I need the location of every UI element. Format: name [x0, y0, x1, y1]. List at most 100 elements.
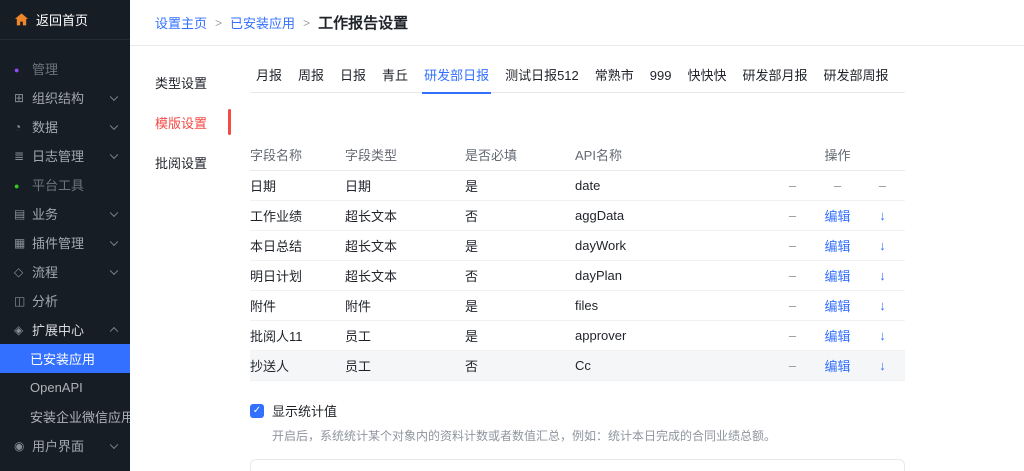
cell-api-name: files [575, 298, 770, 313]
tab-changshu[interactable]: 常熟市 [587, 60, 642, 93]
table-header-row: 字段名称 字段类型 是否必填 API名称 操作 [250, 139, 905, 171]
sidebar-item-log-management[interactable]: 日志管理 [0, 141, 130, 170]
sidebar-subitem-installed-apps[interactable]: 已安装应用 [0, 344, 130, 373]
cell-field-name: 日期 [250, 176, 345, 195]
table-row: 抄送人 员工 否 Cc – 编辑 ↓ [250, 351, 905, 381]
edit-button[interactable]: 编辑 [815, 296, 860, 315]
chevron-down-icon [110, 208, 118, 216]
header-field-type: 字段类型 [345, 145, 465, 164]
menu-item-template-settings[interactable]: 模版设置 [155, 102, 227, 142]
cell-field-type: 超长文本 [345, 266, 465, 285]
edit-button[interactable]: 编辑 [815, 266, 860, 285]
tab-999[interactable]: 999 [642, 60, 680, 93]
sidebar-item-platform-tools[interactable]: 平台工具 [0, 170, 130, 199]
sidebar-item-org-structure[interactable]: 组织结构 [0, 83, 130, 112]
tab-test-daily-512[interactable]: 测试日报512 [497, 60, 587, 93]
cell-api-name: date [575, 178, 770, 193]
tab-rd-monthly-report[interactable]: 研发部月报 [735, 60, 816, 93]
cell-field-type: 超长文本 [345, 206, 465, 225]
edit-button[interactable]: 编辑 [815, 356, 860, 375]
cell-actions: – 编辑 ↓ [770, 236, 905, 255]
stats-checkbox-row: 显示统计值 [250, 401, 905, 420]
cell-field-name: 本日总结 [250, 236, 345, 255]
tab-qingqiu[interactable]: 青丘 [374, 60, 416, 93]
sidebar-item-label: 日志管理 [32, 146, 84, 165]
sidebar-item-label: 数据 [32, 117, 58, 136]
cell-field-name: 工作业绩 [250, 206, 345, 225]
sidebar-subitem-label: OpenAPI [30, 380, 83, 395]
chevron-down-icon [110, 150, 118, 158]
sidebar-item-label: 组织结构 [32, 88, 84, 107]
chevron-down-icon [110, 237, 118, 245]
sidebar-item-admin[interactable]: 管理 [0, 54, 130, 83]
next-section-panel [250, 459, 905, 471]
edit-button[interactable]: 编辑 [815, 206, 860, 225]
sidebar-item-label: 管理 [32, 59, 58, 78]
sidebar-item-user-interface[interactable]: 用户界面 [0, 431, 130, 460]
log-list-icon [14, 149, 32, 163]
breadcrumb-separator: > [215, 16, 222, 30]
sidebar-home-button[interactable]: 返回首页 [0, 0, 130, 40]
move-down-icon[interactable]: ↓ [860, 268, 905, 283]
action-placeholder: – [815, 178, 860, 193]
workflow-icon [14, 265, 32, 279]
chevron-down-icon [110, 121, 118, 129]
edit-button[interactable]: 编辑 [815, 326, 860, 345]
sidebar-item-label: 流程 [32, 262, 58, 281]
sidebar-item-data[interactable]: 数据 [0, 112, 130, 141]
move-down-icon[interactable]: ↓ [860, 328, 905, 343]
cell-api-name: dayWork [575, 238, 770, 253]
sidebar-item-label: 平台工具 [32, 175, 84, 194]
breadcrumb-link-settings-home[interactable]: 设置主页 [155, 13, 207, 32]
header-field-name: 字段名称 [250, 145, 345, 164]
sidebar-item-business[interactable]: 业务 [0, 199, 130, 228]
table-row: 本日总结 超长文本 是 dayWork – 编辑 ↓ [250, 231, 905, 261]
move-down-icon[interactable]: ↓ [860, 238, 905, 253]
cell-required: 是 [465, 236, 575, 255]
cell-field-type: 员工 [345, 356, 465, 375]
move-down-icon[interactable]: ↓ [860, 208, 905, 223]
tab-rd-weekly-report[interactable]: 研发部周报 [816, 60, 897, 93]
menu-item-review-settings[interactable]: 批阅设置 [155, 142, 227, 182]
tab-weekly-report[interactable]: 周报 [290, 60, 332, 93]
edit-button[interactable]: 编辑 [815, 236, 860, 255]
action-placeholder: – [770, 238, 815, 253]
cell-api-name: aggData [575, 208, 770, 223]
sidebar-subitem-openapi[interactable]: OpenAPI [0, 373, 130, 402]
breadcrumb-link-installed-apps[interactable]: 已安装应用 [230, 13, 295, 32]
move-down-icon[interactable]: ↓ [860, 298, 905, 313]
tab-monthly-report[interactable]: 月报 [250, 60, 290, 93]
cell-field-type: 超长文本 [345, 236, 465, 255]
breadcrumb: 设置主页 > 已安装应用 > 工作报告设置 [130, 0, 1024, 46]
business-icon [14, 207, 32, 221]
cell-required: 否 [465, 266, 575, 285]
header-api-name: API名称 [575, 145, 770, 164]
cell-field-name: 附件 [250, 296, 345, 315]
cell-field-type: 附件 [345, 296, 465, 315]
stats-checkbox[interactable] [250, 404, 264, 418]
menu-item-type-settings[interactable]: 类型设置 [155, 62, 227, 102]
tab-rd-daily-report[interactable]: 研发部日报 [416, 60, 497, 93]
home-icon [14, 12, 29, 27]
tab-daily-report[interactable]: 日报 [332, 60, 374, 93]
move-down-icon[interactable]: ↓ [860, 358, 905, 373]
sidebar-nav: 管理 组织结构 数据 日志管理 平台工具 [0, 40, 130, 460]
sidebar-item-analysis[interactable]: 分析 [0, 286, 130, 315]
sidebar-item-plugin-management[interactable]: 插件管理 [0, 228, 130, 257]
sidebar: 返回首页 管理 组织结构 数据 日志管理 [0, 0, 130, 471]
sidebar-subitem-label: 安装企业微信应用 [30, 407, 134, 426]
sidebar-subitem-install-wecom-app[interactable]: 安装企业微信应用 [0, 402, 130, 431]
chevron-down-icon [110, 266, 118, 274]
org-structure-icon [14, 91, 32, 105]
tab-kuaikuaikuai[interactable]: 快快快 [680, 60, 735, 93]
sidebar-item-workflow[interactable]: 流程 [0, 257, 130, 286]
cell-api-name: Cc [575, 358, 770, 373]
app-root: 返回首页 管理 组织结构 数据 日志管理 [0, 0, 1024, 471]
extension-icon [14, 323, 32, 337]
action-placeholder: – [770, 328, 815, 343]
purple-dot-icon [14, 62, 32, 76]
user-interface-icon [14, 439, 32, 453]
sidebar-item-extension-center[interactable]: 扩展中心 [0, 315, 130, 344]
sidebar-item-label: 扩展中心 [32, 320, 84, 339]
green-dot-icon [14, 178, 32, 192]
